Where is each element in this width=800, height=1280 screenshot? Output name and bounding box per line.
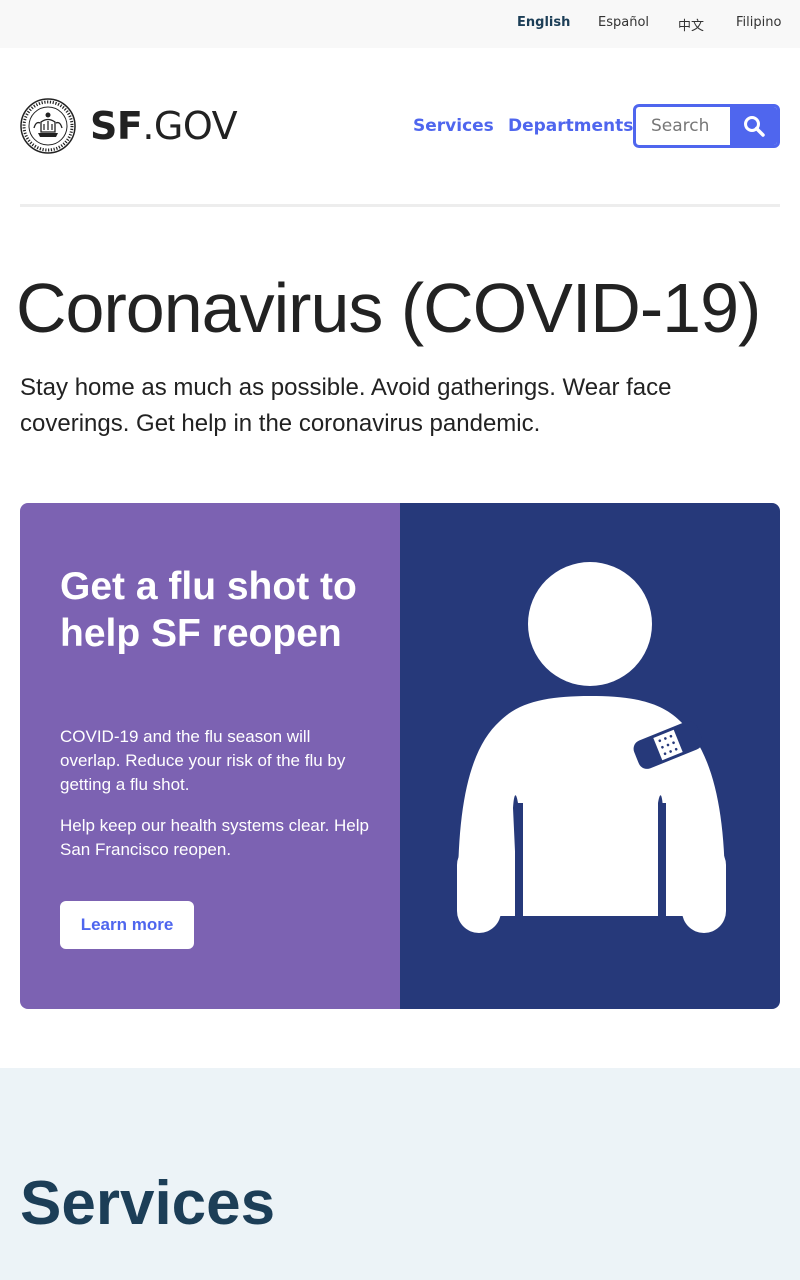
person-with-bandage-icon xyxy=(457,562,726,933)
nav-departments[interactable]: Departments xyxy=(508,116,633,136)
feature-illustration-panel xyxy=(400,503,780,1009)
language-bar: English Español 中文 Filipino xyxy=(0,0,800,48)
language-english[interactable]: English xyxy=(517,15,570,30)
page-lede: Stay home as much as possible. Avoid gat… xyxy=(20,374,672,437)
language-espanol[interactable]: Español xyxy=(598,15,649,30)
feature-paragraph-2: Help keep our health systems clear. Help… xyxy=(60,816,369,859)
feature-text-panel: Get a flu shot to help SF reopen COVID-1… xyxy=(20,503,400,1009)
wordmark-bold: SF xyxy=(90,104,143,148)
feature-heading: Get a flu shot to help SF reopen xyxy=(60,565,357,655)
services-section: Services xyxy=(0,1068,800,1280)
search-box xyxy=(633,104,780,148)
page-title: Coronavirus (COVID-19) xyxy=(16,269,761,347)
feature-paragraph-1: COVID-19 and the flu season will overlap… xyxy=(60,727,346,794)
language-chinese[interactable]: 中文 xyxy=(678,15,704,34)
learn-more-button[interactable]: Learn more xyxy=(60,901,194,949)
services-heading: Services xyxy=(20,1169,276,1238)
wordmark-light: .GOV xyxy=(142,104,238,148)
flu-shot-feature-card: Get a flu shot to help SF reopen COVID-1… xyxy=(20,503,780,1009)
search-icon xyxy=(743,116,765,137)
search-input[interactable] xyxy=(636,107,733,145)
search-button[interactable] xyxy=(730,107,777,145)
nav-services[interactable]: Services xyxy=(413,116,494,136)
header-divider xyxy=(20,204,780,207)
language-filipino[interactable]: Filipino xyxy=(736,15,781,30)
sf-gov-wordmark[interactable]: SF.GOV xyxy=(90,104,238,148)
city-seal-icon[interactable] xyxy=(20,97,76,159)
